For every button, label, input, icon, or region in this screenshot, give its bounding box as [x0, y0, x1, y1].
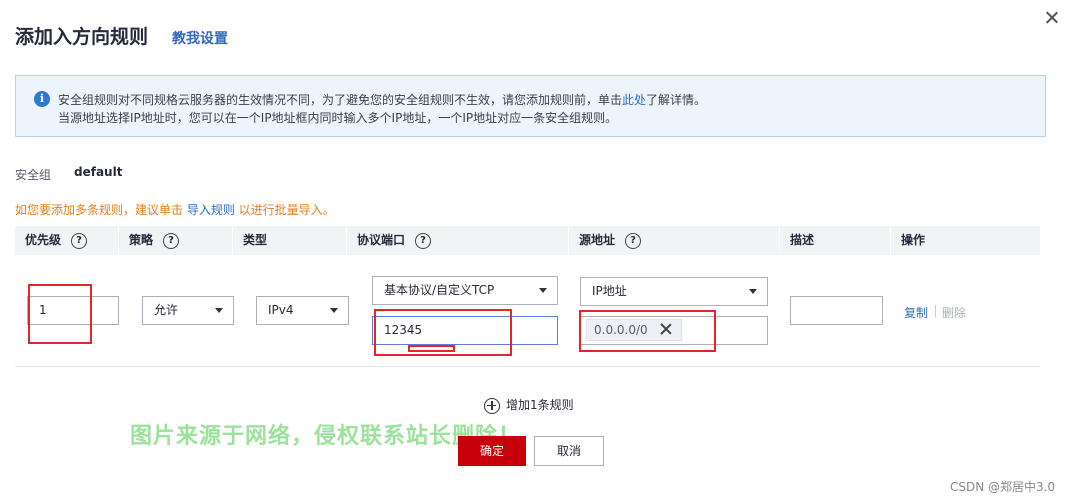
chevron-down-icon: [539, 288, 547, 293]
header-description: 描述: [779, 226, 890, 255]
chevron-down-icon: [749, 289, 757, 294]
description-input[interactable]: [790, 296, 883, 325]
info-line-1: 安全组规则对不同规格云服务器的生效情况不同，为了避免您的安全组规则不生效，请您添…: [58, 93, 707, 107]
help-icon[interactable]: ?: [625, 232, 642, 249]
header-source: 源地址?: [568, 226, 779, 255]
chevron-down-icon: [215, 308, 223, 313]
header-priority: 优先级?: [15, 226, 118, 255]
info-icon: i: [34, 91, 50, 107]
delete-button: 删除: [942, 306, 967, 320]
close-icon[interactable]: [1043, 9, 1061, 27]
chevron-down-icon: [330, 308, 338, 313]
header-type: 类型: [232, 226, 346, 255]
policy-select[interactable]: 允许: [142, 296, 234, 325]
security-group-value: default: [74, 165, 123, 179]
annotation-box-priority: [28, 284, 92, 344]
details-link[interactable]: 此处: [622, 93, 646, 107]
help-icon[interactable]: ?: [71, 232, 88, 249]
import-tip: 如您要添加多条规则，建议单击 导入规则 以进行批量导入。: [15, 203, 335, 217]
info-line-2: 当源地址选择IP地址时，您可以在一个IP地址框内同时输入多个IP地址，一个IP地…: [58, 111, 618, 125]
credit-text: CSDN @郑居中3.0: [950, 480, 1056, 494]
add-rule-button[interactable]: 增加1条规则: [484, 396, 574, 414]
row-divider: [15, 366, 1040, 367]
divider: [935, 305, 936, 317]
annotation-underline-port: [408, 345, 455, 352]
confirm-button[interactable]: 确定: [458, 436, 526, 466]
header-action: 操作: [890, 226, 1040, 255]
dialog-title: 添加入方向规则: [15, 26, 149, 48]
info-banner: i 安全组规则对不同规格云服务器的生效情况不同，为了避免您的安全组规则不生效，请…: [15, 75, 1046, 137]
import-rules-link[interactable]: 导入规则: [187, 203, 235, 217]
help-icon[interactable]: ?: [163, 232, 180, 249]
header-protocol-port: 协议端口?: [346, 226, 568, 255]
cancel-button[interactable]: 取消: [534, 436, 604, 466]
help-icon[interactable]: ?: [415, 232, 432, 249]
protocol-select[interactable]: 基本协议/自定义TCP: [372, 276, 558, 305]
table-header: 优先级? 策略? 类型 协议端口? 源地址? 描述 操作: [15, 226, 1040, 255]
source-type-select[interactable]: IP地址: [580, 277, 768, 306]
copy-button[interactable]: 复制: [904, 304, 928, 321]
security-group-label: 安全组: [15, 168, 52, 182]
help-link[interactable]: 教我设置: [172, 28, 228, 48]
header-policy: 策略?: [118, 226, 232, 255]
annotation-box-source: [579, 310, 716, 352]
plus-circle-icon: [484, 397, 500, 414]
type-select[interactable]: IPv4: [256, 296, 349, 325]
